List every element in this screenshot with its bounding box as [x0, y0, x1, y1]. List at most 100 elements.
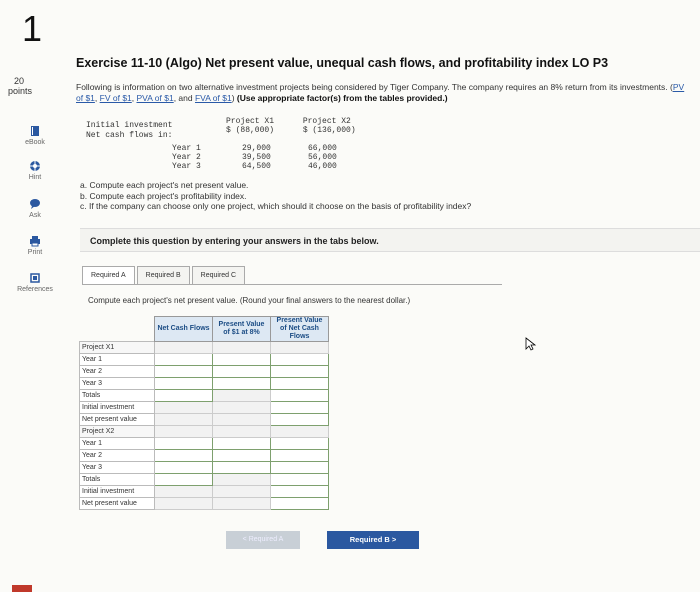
row-label: Year 3: [79, 377, 155, 390]
col-pv-factor: Present Value of $1 at 8%: [212, 316, 271, 342]
year-label: Year 2: [172, 153, 201, 162]
input-cell[interactable]: [154, 473, 213, 486]
input-cell[interactable]: [270, 353, 329, 366]
table-row: Project X1: [79, 341, 329, 354]
sidebar-item-hint[interactable]: Hint: [0, 160, 70, 181]
next-required-button[interactable]: Required B >: [327, 531, 419, 549]
initial-investments: $ (88,000) $ (136,000): [226, 126, 356, 135]
input-cell[interactable]: [270, 401, 329, 414]
task-c: c. If the company can choose only one pr…: [80, 201, 472, 211]
table-row: Year 2: [79, 449, 329, 462]
row-label: Totals: [79, 389, 155, 402]
row-label: Year 3: [79, 461, 155, 474]
input-cell[interactable]: [154, 353, 213, 366]
sidebar-item-references[interactable]: References: [0, 272, 70, 293]
table-row: Initial investment: [79, 401, 329, 414]
input-cell[interactable]: [270, 449, 329, 462]
npv-table: Net Cash Flows Present Value of $1 at 8%…: [79, 316, 329, 510]
row-label: Net present value: [79, 497, 155, 510]
link-fva[interactable]: FVA of $1: [195, 93, 232, 103]
table-row: Initial investment: [79, 485, 329, 498]
tab-required-a[interactable]: Required A: [82, 266, 135, 284]
input-cell[interactable]: [212, 449, 271, 462]
input-cell[interactable]: [154, 449, 213, 462]
mouse-cursor-icon: [525, 337, 537, 351]
sidebar-item-print[interactable]: Print: [0, 235, 70, 256]
table-row: Net present value: [79, 413, 329, 426]
input-cell[interactable]: [154, 389, 213, 402]
row-label: Initial investment: [79, 485, 155, 498]
logo-corner: [12, 585, 32, 592]
input-cell[interactable]: [154, 365, 213, 378]
table-row: Totals: [79, 389, 329, 402]
net-cash-flows-label: Net cash flows in:: [86, 131, 173, 140]
col-net-cash-flows: Net Cash Flows: [154, 316, 213, 342]
input-cell[interactable]: [270, 473, 329, 486]
row-label: Year 1: [79, 437, 155, 450]
col-pv-cash-flows: Present Value of Net Cash Flows: [270, 316, 329, 342]
row-label: Year 2: [79, 449, 155, 462]
references-icon: [30, 273, 40, 283]
input-cell[interactable]: [270, 437, 329, 450]
required-a-instruction: Compute each project's net present value…: [88, 296, 411, 305]
tab-divider: [82, 284, 502, 285]
tab-bar: Required A Required B Required C: [82, 266, 247, 284]
year-label: Year 1: [172, 144, 201, 153]
link-pva[interactable]: PVA of $1: [137, 93, 174, 103]
input-cell[interactable]: [270, 365, 329, 378]
row-label: Project X2: [79, 425, 155, 438]
row-label: Project X1: [79, 341, 155, 354]
table-row: Year 1: [79, 353, 329, 366]
sidebar-item-ebook[interactable]: eBook: [0, 125, 70, 146]
x2-value: 56,000: [308, 153, 337, 162]
input-cell[interactable]: [270, 377, 329, 390]
task-b: b. Compute each project's profitability …: [80, 190, 247, 201]
input-cell[interactable]: [212, 365, 271, 378]
points-label: points: [8, 86, 33, 96]
table-row: Year 3: [79, 377, 329, 390]
input-cell[interactable]: [212, 461, 271, 474]
complete-banner: Complete this question by entering your …: [80, 228, 700, 252]
exercise-intro: Following is information on two alternat…: [76, 82, 685, 103]
sidebar-item-label: Hint: [28, 174, 42, 181]
table-row: Totals: [79, 473, 329, 486]
table-row: Project X2: [79, 425, 329, 438]
input-cell[interactable]: [270, 413, 329, 426]
prev-required-button[interactable]: < Required A: [226, 531, 300, 549]
table-row: Year 1: [79, 437, 329, 450]
input-cell[interactable]: [270, 461, 329, 474]
input-cell[interactable]: [212, 377, 271, 390]
blank-header: [80, 317, 155, 342]
input-cell[interactable]: [154, 437, 213, 450]
tab-required-c[interactable]: Required C: [191, 266, 246, 284]
task-list: a. Compute each project's net present va…: [80, 180, 471, 212]
link-fv[interactable]: FV of $1: [100, 93, 132, 103]
input-cell[interactable]: [154, 377, 213, 390]
points-indicator: 20 points: [8, 76, 33, 96]
initial-investment-label: Initial investment: [86, 121, 173, 130]
factor-instruction: (Use appropriate factor(s) from the tabl…: [236, 93, 448, 103]
x1-value: 64,500: [242, 162, 271, 171]
sidebar-item-ask[interactable]: Ask: [0, 198, 70, 219]
table-row: Year 3: [79, 461, 329, 474]
sidebar-item-label: References: [17, 286, 53, 293]
x1-value: 39,500: [242, 153, 271, 162]
input-cell[interactable]: [212, 437, 271, 450]
table-row: Year 2: [79, 365, 329, 378]
input-cell[interactable]: [154, 461, 213, 474]
sidebar-item-label: eBook: [25, 139, 45, 146]
year-label: Year 3: [172, 162, 201, 171]
tab-required-b[interactable]: Required B: [136, 266, 190, 284]
question-number: 1: [22, 8, 43, 49]
x2-value: 46,000: [308, 162, 337, 171]
input-cell[interactable]: [270, 497, 329, 510]
sidebar-item-label: Ask: [29, 212, 41, 219]
x2-value: 66,000: [308, 144, 337, 153]
input-cell[interactable]: [270, 389, 329, 402]
input-cell[interactable]: [270, 485, 329, 498]
sidebar-item-label: Print: [27, 249, 43, 256]
lifebuoy-icon: [30, 161, 40, 171]
row-label: Year 1: [79, 353, 155, 366]
input-cell[interactable]: [212, 353, 271, 366]
row-label: Totals: [79, 473, 155, 486]
